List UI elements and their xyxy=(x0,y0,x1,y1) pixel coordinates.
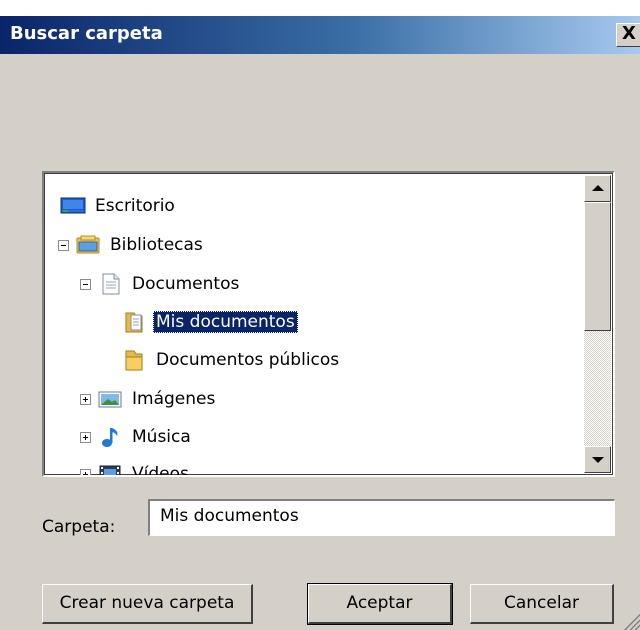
folder-tree[interactable]: Escritorio Bibliotecas Documentos Mis do… xyxy=(42,171,615,477)
folder-name-input[interactable]: Mis documentos xyxy=(148,499,615,536)
tree-item-documentos[interactable]: Documentos xyxy=(80,269,242,299)
tree-item-label: Música xyxy=(132,427,191,447)
documents-icon xyxy=(97,273,123,295)
arrow-up-icon xyxy=(592,185,604,191)
videos-icon xyxy=(97,463,123,475)
folder-doc-icon xyxy=(121,311,147,333)
ok-button[interactable]: Aceptar xyxy=(307,583,453,625)
desktop-icon xyxy=(60,195,86,217)
tree-item-documentos-publicos[interactable]: Documentos públicos xyxy=(121,345,342,375)
close-icon: X xyxy=(622,23,636,44)
libraries-icon xyxy=(75,234,101,256)
scroll-up-button[interactable] xyxy=(584,175,611,202)
tree-item-label: Imágenes xyxy=(132,389,216,409)
scrollbar-thumb[interactable] xyxy=(584,202,611,331)
tree-item-label: Bibliotecas xyxy=(110,235,203,255)
tree-item-videos[interactable]: Vídeos xyxy=(80,459,192,477)
window-title: Buscar carpeta xyxy=(10,23,163,44)
folder-icon xyxy=(121,349,147,371)
tree-item-label: Mis documentos xyxy=(153,311,298,333)
tree-item-label: Documentos xyxy=(132,274,240,294)
vertical-scrollbar[interactable] xyxy=(584,175,611,473)
expand-icon[interactable] xyxy=(80,431,91,443)
tree-item-label: Vídeos xyxy=(132,464,189,477)
collapse-icon[interactable] xyxy=(80,278,91,290)
expand-icon[interactable] xyxy=(80,468,91,475)
folder-field-label: Carpeta: xyxy=(42,517,116,537)
expand-icon[interactable] xyxy=(80,393,91,405)
arrow-down-icon xyxy=(592,457,604,463)
tree-item-label: Escritorio xyxy=(95,196,175,216)
tree-item-imagenes[interactable]: Imágenes xyxy=(80,384,218,414)
tree-item-escritorio[interactable]: Escritorio xyxy=(60,191,178,221)
tree-item-label: Documentos públicos xyxy=(156,350,340,370)
cancel-button[interactable]: Cancelar xyxy=(470,584,614,624)
close-button[interactable]: X xyxy=(616,23,640,47)
collapse-icon[interactable] xyxy=(58,239,69,251)
title-bar[interactable]: Buscar carpeta X xyxy=(0,16,640,54)
music-icon xyxy=(97,426,123,448)
resize-grip-icon[interactable] xyxy=(624,614,640,630)
tree-item-mis-documentos[interactable]: Mis documentos xyxy=(121,307,298,337)
pictures-icon xyxy=(97,388,123,410)
browse-folder-dialog: Buscar carpeta X Escritorio Bibliotecas xyxy=(0,16,640,630)
scroll-down-button[interactable] xyxy=(584,446,611,473)
new-folder-button[interactable]: Crear nueva carpeta xyxy=(42,584,253,624)
tree-item-bibliotecas[interactable]: Bibliotecas xyxy=(58,230,206,260)
tree-item-musica[interactable]: Música xyxy=(80,422,194,452)
